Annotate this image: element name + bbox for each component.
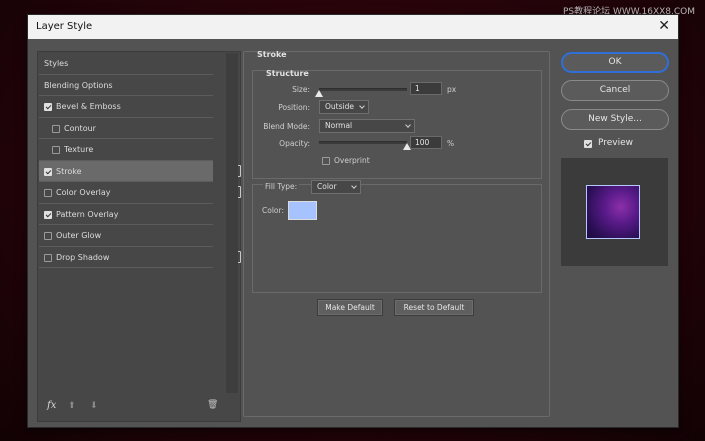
style-item-blending-options[interactable]: Blending Options (39, 75, 213, 96)
style-checkbox[interactable] (44, 167, 52, 176)
style-item-label: Stroke (56, 166, 82, 176)
styles-panel: Styles Blending Options Bevel & Emboss Cont… (37, 51, 241, 422)
styles-scrollbar[interactable] (226, 53, 238, 393)
style-item-label: Styles (44, 59, 69, 68)
opacity-unit: % (447, 139, 455, 148)
color-label: Color: (262, 206, 284, 215)
blend-mode-label: Blend Mode: (263, 122, 310, 131)
size-label: Size: (292, 85, 310, 94)
fill-type-group: Fill Type: Color Color: (252, 180, 542, 293)
size-slider[interactable] (315, 88, 407, 97)
style-checkbox[interactable] (52, 146, 60, 154)
overprint-checkbox[interactable] (322, 157, 330, 165)
preview-thumbnail (586, 185, 640, 239)
style-item-label: Contour (64, 123, 96, 133)
close-icon[interactable]: ✕ (658, 18, 670, 34)
position-value: Outside (325, 102, 354, 111)
size-slider-thumb[interactable] (315, 90, 323, 97)
preview-checkbox[interactable] (584, 140, 592, 148)
style-item-label: Drop Shadow (56, 252, 110, 262)
styles-bottom-toolbar: fx ⬆ ⬇ 🗑 (38, 398, 240, 418)
layer-style-dialog: Layer Style ✕ Styles Blending Options Beve… (28, 15, 678, 427)
opacity-input[interactable]: 100 (410, 136, 442, 149)
move-up-icon[interactable]: ⬆ (68, 401, 76, 411)
position-label: Position: (278, 103, 310, 112)
style-item-label: Pattern Overlay (56, 209, 119, 219)
ok-button[interactable]: OK (561, 52, 669, 73)
style-item-styles[interactable]: Styles (39, 53, 213, 75)
style-checkbox[interactable] (44, 103, 52, 111)
preview-label: Preview (598, 138, 634, 148)
fx-icon[interactable]: fx (47, 400, 56, 411)
fill-type-value: Color (317, 182, 337, 191)
style-item-pattern-overlay[interactable]: Pattern Overlay (39, 204, 213, 225)
style-checkbox[interactable] (44, 189, 52, 197)
structure-group: Structure Size: 1 px Position: Outside B… (252, 69, 542, 179)
style-checkbox[interactable] (44, 210, 52, 219)
style-checkbox[interactable] (52, 124, 60, 133)
chevron-down-icon (351, 183, 357, 189)
style-item-drop-shadow[interactable]: Drop Shadow (39, 247, 241, 268)
new-style-button[interactable]: New Style... (561, 109, 669, 130)
style-item-color-overlay[interactable]: Color Overlay (39, 182, 241, 204)
style-checkbox[interactable] (44, 232, 52, 240)
style-item-label: Bevel & Emboss (56, 102, 121, 111)
style-item-stroke[interactable]: Stroke (39, 160, 241, 182)
move-down-icon[interactable]: ⬇ (90, 401, 98, 411)
position-select[interactable]: Outside (319, 100, 369, 114)
structure-title: Structure (266, 69, 309, 78)
style-item-label: Texture (64, 145, 94, 154)
blend-mode-select[interactable]: Normal (319, 119, 415, 133)
chevron-down-icon (405, 122, 411, 128)
style-checkbox[interactable] (44, 253, 52, 262)
stroke-settings-panel: Stroke Structure Size: 1 px Position: Ou… (243, 50, 550, 417)
style-item-label: Outer Glow (56, 231, 102, 240)
style-item-outer-glow[interactable]: Outer Glow (39, 225, 213, 247)
opacity-slider[interactable] (319, 141, 411, 150)
size-unit: px (447, 85, 457, 94)
trash-icon[interactable]: 🗑 (207, 400, 218, 410)
style-item-label: Color Overlay (56, 188, 111, 197)
title-bar: Layer Style ✕ (28, 15, 678, 39)
make-default-button[interactable]: Make Default (317, 299, 383, 316)
dialog-title: Layer Style (36, 21, 93, 32)
fill-type-select[interactable]: Color (311, 180, 361, 194)
fill-type-label: Fill Type: (263, 182, 300, 191)
blend-mode-value: Normal (325, 121, 353, 130)
stroke-title: Stroke (257, 50, 287, 59)
style-item-label: Blending Options (44, 80, 113, 90)
reset-to-default-button[interactable]: Reset to Default (394, 299, 474, 316)
overprint-label: Overprint (334, 156, 370, 165)
chevron-down-icon (359, 103, 365, 109)
styles-list: Styles Blending Options Bevel & Emboss Cont… (39, 53, 241, 268)
stroke-color-swatch[interactable] (288, 201, 317, 220)
style-item-texture[interactable]: Texture (39, 139, 213, 161)
style-item-contour[interactable]: Contour (39, 118, 213, 139)
preview-box (561, 158, 668, 266)
style-item-bevel-emboss[interactable]: Bevel & Emboss (39, 96, 213, 118)
cancel-button[interactable]: Cancel (561, 80, 669, 101)
opacity-label: Opacity: (279, 139, 310, 148)
size-input[interactable]: 1 (410, 82, 442, 95)
